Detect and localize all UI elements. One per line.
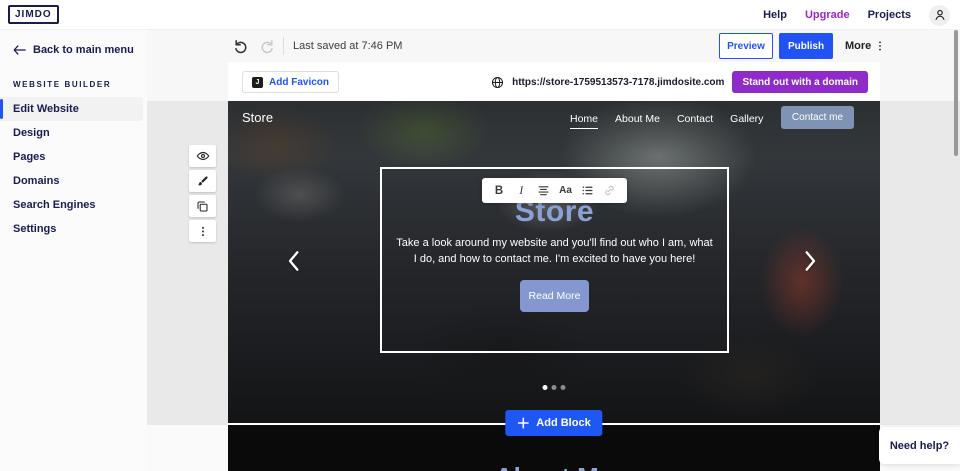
sidebar-item-pages[interactable]: Pages	[0, 145, 147, 169]
carousel-dot-2[interactable]	[552, 385, 557, 390]
paintbrush-icon	[196, 175, 209, 188]
preview-button[interactable]: Preview	[719, 33, 773, 59]
list-icon	[581, 184, 594, 197]
undo-button[interactable]	[229, 34, 253, 58]
carousel-next-button[interactable]	[804, 248, 820, 274]
site-brand[interactable]: Store	[242, 110, 273, 125]
sidebar-item-settings[interactable]: Settings	[0, 217, 147, 241]
read-more-button[interactable]: Read More	[520, 280, 589, 312]
last-saved-text: Last saved at 7:46 PM	[293, 30, 402, 62]
sidebar-item-domains[interactable]: Domains	[0, 169, 147, 193]
plus-icon	[517, 417, 529, 429]
sidebar-item-label: Domains	[13, 175, 59, 187]
sidebar-item-label: Pages	[13, 151, 45, 163]
kebab-menu-icon	[197, 225, 209, 238]
site-url-group: https://store-1759513573-7178.jimdosite.…	[491, 71, 868, 93]
sidebar-item-label: Settings	[13, 223, 56, 235]
help-link[interactable]: Help	[763, 9, 787, 21]
site-nav: Home About Me Contact Gallery	[570, 113, 763, 129]
carousel-dot-1[interactable]	[543, 385, 548, 390]
editor-actions: Preview Publish More	[719, 33, 886, 59]
add-favicon-button[interactable]: J Add Favicon	[242, 71, 339, 93]
nav-link-contact[interactable]: Contact	[677, 113, 713, 129]
eye-icon	[196, 149, 210, 163]
website-hero-preview: Store Home About Me Contact Gallery Cont…	[228, 101, 880, 424]
sidebar-item-label: Edit Website	[13, 103, 79, 115]
align-center-button[interactable]	[534, 182, 552, 200]
back-arrow-icon	[13, 45, 26, 55]
toolbar-divider	[283, 37, 284, 55]
sidebar-item-design[interactable]: Design	[0, 121, 147, 145]
nav-link-home[interactable]: Home	[570, 113, 598, 129]
account-avatar[interactable]	[929, 5, 950, 26]
duplicate-icon	[196, 200, 209, 213]
site-toolbar: J Add Favicon https://store-1759513573-7…	[228, 62, 880, 101]
globe-icon	[491, 76, 504, 89]
editor-toolbar: Last saved at 7:46 PM Preview Publish Mo…	[147, 30, 960, 62]
favicon-badge-icon: J	[252, 77, 263, 88]
carousel-prev-button[interactable]	[287, 248, 303, 274]
domain-upsell-button[interactable]: Stand out with a domain	[732, 71, 868, 93]
redo-button[interactable]	[255, 34, 279, 58]
sidebar-section-title: WEBSITE BUILDER	[0, 66, 147, 97]
carousel-dots	[543, 385, 566, 390]
add-block-label: Add Block	[536, 417, 590, 429]
jimdo-editor-window: JIMDO Help Upgrade Projects Back to main…	[0, 0, 960, 471]
bold-button[interactable]: B	[490, 182, 508, 200]
kebab-menu-icon	[874, 39, 886, 53]
sidebar-item-edit-website[interactable]: Edit Website	[0, 97, 143, 121]
back-to-main-menu[interactable]: Back to main menu	[0, 30, 147, 66]
text-format-toolbar: B I Aa	[482, 178, 627, 203]
next-section-title[interactable]: About Me	[495, 462, 613, 471]
site-url-link[interactable]: https://store-1759513573-7178.jimdosite.…	[512, 77, 724, 88]
align-center-icon	[537, 184, 550, 197]
add-favicon-label: Add Favicon	[269, 77, 329, 88]
link-icon	[603, 184, 616, 197]
contact-me-button[interactable]: Contact me	[781, 106, 854, 129]
typography-button[interactable]: Aa	[557, 182, 575, 200]
projects-link[interactable]: Projects	[868, 9, 911, 21]
block-duplicate-button[interactable]	[189, 195, 216, 217]
scrollbar-thumb[interactable]	[954, 30, 958, 156]
redo-icon	[259, 38, 275, 54]
link-button[interactable]	[601, 182, 619, 200]
undo-icon	[233, 38, 249, 54]
jimdo-logo[interactable]: JIMDO	[8, 5, 59, 24]
more-label: More	[845, 40, 871, 52]
add-block-button[interactable]: Add Block	[505, 410, 602, 436]
carousel-dot-3[interactable]	[561, 385, 566, 390]
nav-link-gallery[interactable]: Gallery	[730, 113, 763, 129]
person-icon	[933, 8, 947, 22]
need-help-button[interactable]: Need help?	[879, 427, 960, 464]
italic-button[interactable]: I	[512, 182, 530, 200]
top-bar: JIMDO Help Upgrade Projects	[0, 0, 960, 30]
back-label: Back to main menu	[33, 44, 134, 56]
list-button[interactable]	[579, 182, 597, 200]
chevron-left-icon	[287, 250, 303, 272]
publish-button[interactable]: Publish	[779, 33, 833, 59]
nav-link-about-me[interactable]: About Me	[615, 113, 660, 129]
hero-body-text[interactable]: Take a look around my website and you'll…	[394, 236, 716, 268]
chevron-right-icon	[804, 250, 820, 272]
block-preview-button[interactable]	[189, 145, 216, 167]
block-toolbar	[189, 145, 216, 242]
upgrade-link[interactable]: Upgrade	[805, 9, 850, 21]
sidebar-item-label: Design	[13, 127, 50, 139]
more-menu-button[interactable]: More	[845, 39, 886, 53]
sidebar: Back to main menu WEBSITE BUILDER Edit W…	[0, 30, 147, 471]
topbar-links: Help Upgrade Projects	[763, 0, 950, 30]
block-more-button[interactable]	[189, 220, 216, 242]
sidebar-item-search-engines[interactable]: Search Engines	[0, 193, 147, 217]
sidebar-item-label: Search Engines	[13, 199, 96, 211]
block-style-button[interactable]	[189, 170, 216, 192]
